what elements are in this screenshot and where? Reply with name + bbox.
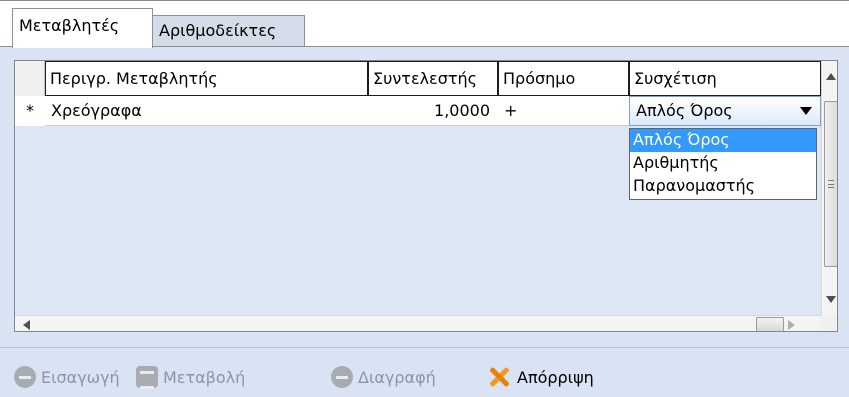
relation-dropdown-list: Απλός Όρος Αριθμητής Παρανομαστής — [629, 128, 817, 200]
horizontal-scrollbar[interactable] — [15, 315, 821, 331]
scroll-left-arrow-icon[interactable] — [23, 320, 30, 330]
relation-combobox[interactable]: Απλός Όρος — [629, 96, 821, 126]
column-header-sign[interactable]: Πρόσημο — [498, 61, 629, 96]
vertical-scroll-thumb[interactable] — [824, 101, 837, 267]
tab-variables[interactable]: Μεταβλητές — [12, 8, 153, 48]
variables-grid: Περιγρ. Μεταβλητής Συντελεστής Πρόσημο Σ… — [14, 60, 838, 332]
column-header-description[interactable]: Περιγρ. Μεταβλητής — [45, 61, 368, 96]
scroll-right-arrow-icon[interactable] — [788, 320, 795, 330]
delete-button[interactable]: Διαγραφή — [331, 364, 436, 390]
row-marker[interactable]: * — [15, 96, 45, 126]
action-toolbar: Εισαγωγή Μεταβολή Διαγραφή Απόρριψη — [0, 347, 849, 397]
close-icon — [486, 365, 512, 389]
minus-circle-icon — [331, 366, 353, 388]
tab-strip: Μεταβλητές Αριθμοδείκτες — [0, 0, 849, 48]
reject-button-label: Απόρριψη — [517, 367, 594, 387]
cell-sign[interactable]: + — [498, 96, 629, 126]
column-header-coefficient[interactable]: Συντελεστής — [368, 61, 498, 96]
table-row[interactable]: * Χρεόγραφα 1,0000 + Απλός Όρος — [15, 96, 821, 126]
reject-button[interactable]: Απόρριψη — [486, 364, 594, 390]
cell-coefficient[interactable]: 1,0000 — [368, 96, 498, 126]
relation-combobox-value: Απλός Όρος — [636, 101, 733, 120]
cell-description[interactable]: Χρεόγραφα — [45, 96, 368, 126]
delete-button-label: Διαγραφή — [358, 367, 436, 387]
chevron-down-icon[interactable] — [800, 107, 812, 115]
edit-form-icon — [136, 366, 158, 389]
vertical-scrollbar[interactable] — [821, 61, 837, 315]
header-row-selector — [15, 61, 45, 96]
option-denominator[interactable]: Παρανομαστής — [630, 175, 816, 198]
minus-circle-icon — [14, 366, 36, 388]
insert-button[interactable]: Εισαγωγή — [14, 364, 120, 390]
option-simple-term[interactable]: Απλός Όρος — [630, 129, 816, 152]
edit-button[interactable]: Μεταβολή — [136, 364, 245, 390]
tab-panel: Περιγρ. Μεταβλητής Συντελεστής Πρόσημο Σ… — [0, 46, 849, 397]
edit-button-label: Μεταβολή — [163, 367, 246, 387]
option-numerator[interactable]: Αριθμητής — [630, 152, 816, 175]
scrollbar-corner — [821, 315, 837, 331]
top-border — [0, 0, 849, 1]
tab-indicators[interactable]: Αριθμοδείκτες — [153, 15, 305, 47]
scroll-up-arrow-icon[interactable] — [826, 73, 836, 80]
column-header-relation[interactable]: Συσχέτιση — [629, 61, 821, 96]
horizontal-scroll-thumb[interactable] — [756, 317, 784, 331]
scroll-down-arrow-icon[interactable] — [826, 296, 836, 303]
insert-button-label: Εισαγωγή — [41, 367, 120, 387]
grip-icon — [828, 180, 834, 188]
